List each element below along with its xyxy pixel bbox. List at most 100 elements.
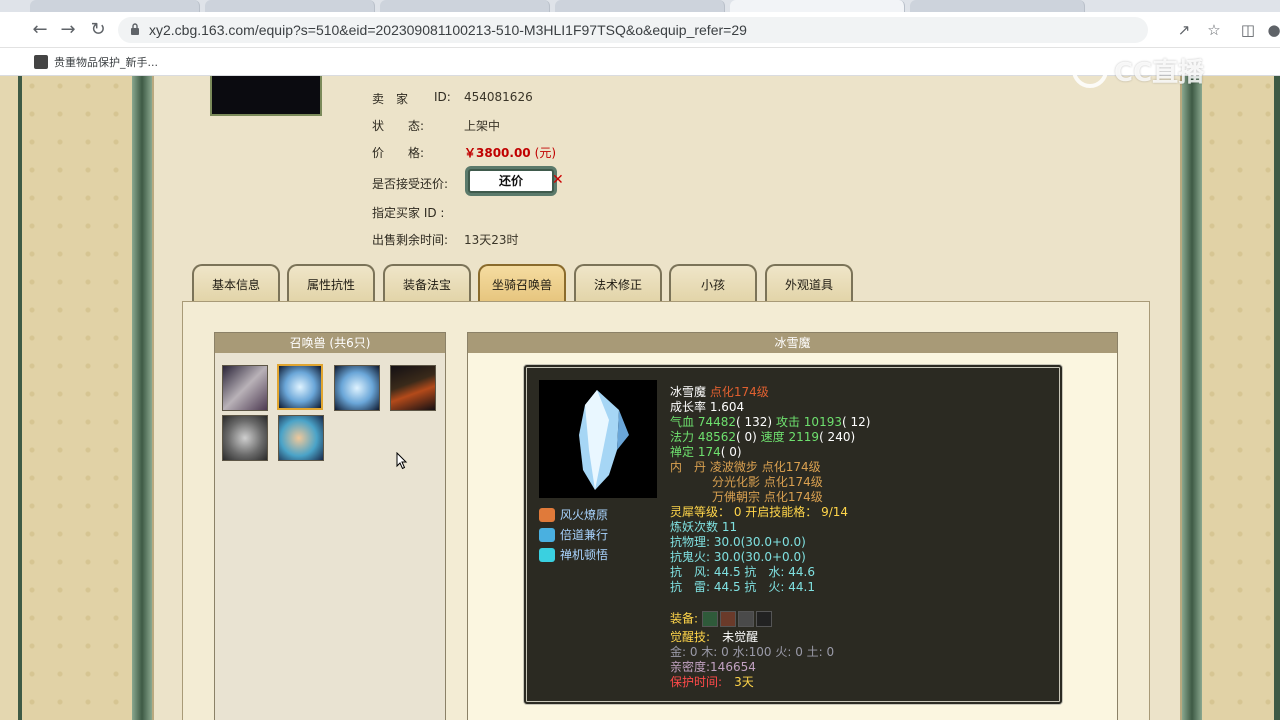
neidan-level: 点化174级: [761, 460, 821, 474]
share-icon[interactable]: ↗: [1174, 20, 1194, 40]
intimacy: 亲密度:146654: [670, 660, 756, 674]
awaken-value: 未觉醒: [722, 630, 759, 644]
tab-equipment[interactable]: 装备法宝: [383, 264, 471, 302]
neidan-line: 分光化影 点化174级: [712, 475, 823, 490]
protect-value: 3天: [734, 675, 754, 689]
res-phys: 抗物理: 30.0(30.0+0.0): [670, 535, 806, 549]
watermark-logo-icon: [1072, 52, 1108, 88]
spd-label: 速度: [760, 430, 785, 444]
protect-label: 保护时间:: [670, 675, 723, 689]
hp-value: 74482: [697, 415, 737, 429]
hp-atk-line: 气血 74482( 132) 攻击 10193( 12): [670, 415, 870, 430]
left-pillar: [132, 76, 152, 720]
neidan-line: 内 丹 凌波微步 点化174级: [670, 460, 821, 475]
browser-tab[interactable]: [30, 0, 200, 12]
summon-name-line: 冰雪魔 点化174级: [670, 385, 769, 400]
status-label: 状 态:: [372, 119, 425, 133]
mp-value: 48562: [697, 430, 737, 444]
summon-thumb[interactable]: [222, 365, 268, 411]
id-label: ID:: [434, 90, 451, 104]
price-label: 价 格:: [372, 146, 425, 160]
remaining-row: 出售剩余时间: 13天23时: [372, 231, 519, 248]
speed-skill-icon: [539, 527, 555, 542]
watermark-text: CC直播: [1114, 57, 1205, 88]
zen-skill-icon: [539, 547, 555, 562]
summon-skill[interactable]: 倍道兼行: [539, 526, 608, 543]
star-icon[interactable]: ☆: [1204, 20, 1224, 40]
summon-level: 点化174级: [709, 385, 769, 399]
skill-name: 禅机顿悟: [560, 548, 609, 562]
awaken-line: 觉醒技: 未觉醒: [670, 630, 758, 645]
summon-thumb[interactable]: [278, 415, 324, 461]
summon-thumb[interactable]: [334, 365, 380, 411]
neidan-name: 万佛朝宗: [712, 490, 761, 504]
summon-portrait: [539, 380, 657, 498]
counter-offer-button[interactable]: 还价: [465, 166, 557, 196]
bookmark-favicon-icon: [34, 55, 48, 69]
seller-row: 卖 家 ID: 454081626: [372, 90, 533, 107]
tab-basic-info[interactable]: 基本信息: [192, 264, 280, 302]
lock-icon: [131, 23, 139, 35]
left-edge: [18, 76, 22, 720]
summon-skill[interactable]: 禅机顿悟: [539, 546, 608, 563]
neidan-line: 万佛朝宗 点化174级: [712, 490, 823, 505]
browser-tab[interactable]: [555, 0, 725, 12]
bookmark-item[interactable]: 贵重物品保护_新手...: [34, 54, 158, 70]
summon-name: 冰雪魔: [670, 385, 707, 399]
price-value: ￥3800.00: [464, 146, 531, 160]
status-value: 上架中: [464, 119, 501, 133]
tab-children[interactable]: 小孩: [669, 264, 757, 302]
tab-spell-mods[interactable]: 法术修正: [574, 264, 662, 302]
res-wind-water: 抗 风: 44.5 抗 水: 44.6: [670, 565, 815, 579]
atk-extra: ( 12): [841, 415, 871, 429]
profile-icon[interactable]: ●: [1264, 20, 1280, 40]
equip-slot-icon[interactable]: [719, 611, 736, 627]
hp-extra: ( 132): [736, 415, 773, 429]
browser-tab-active[interactable]: [730, 0, 905, 12]
browser-tab[interactable]: [910, 0, 1085, 12]
remaining-value: 13天23时: [464, 233, 519, 247]
equip-slot-icon[interactable]: [737, 611, 754, 627]
browser-tab-strip: [0, 0, 1280, 12]
price-unit: (元): [534, 146, 557, 160]
left-decor: [22, 76, 132, 720]
equip-slot-icon[interactable]: [755, 611, 772, 627]
tab-appearance[interactable]: 外观道具: [765, 264, 853, 302]
browser-tab[interactable]: [380, 0, 550, 12]
skill-name: 风火燎原: [560, 508, 609, 522]
item-thumbnail: [210, 76, 322, 116]
counter-offer-label: 还价: [468, 169, 554, 193]
remaining-label: 出售剩余时间:: [372, 233, 449, 247]
spd-value: 2119: [788, 430, 820, 444]
skill-name: 倍道兼行: [560, 528, 609, 542]
spd-extra: ( 240): [819, 430, 856, 444]
status-row: 状 态: 上架中: [372, 117, 500, 134]
protect-line: 保护时间: 3天: [670, 675, 754, 690]
sidepanel-icon[interactable]: ◫: [1238, 20, 1258, 40]
summon-thumb[interactable]: [222, 415, 268, 461]
fire-skill-icon: [539, 507, 555, 522]
right-edge: [1274, 76, 1280, 720]
summon-skill[interactable]: 风火燎原: [539, 506, 608, 523]
summon-detail-header: 冰雪魔: [468, 333, 1117, 353]
summon-thumb-selected[interactable]: [277, 364, 323, 410]
equip-slot-icon[interactable]: [701, 611, 718, 627]
focus-extra: ( 0): [720, 445, 742, 459]
lingxi-line: 灵犀等级： 0 开启技能格： 9/14: [670, 505, 849, 519]
mp-spd-line: 法力 48562( 0) 速度 2119( 240): [670, 430, 855, 445]
reload-icon[interactable]: ↻: [88, 20, 108, 40]
tab-attributes[interactable]: 属性抗性: [287, 264, 375, 302]
url-text[interactable]: xy2.cbg.163.com/equip?s=510&eid=20230908…: [149, 22, 747, 38]
tab-mounts-summons[interactable]: 坐骑召唤兽: [478, 264, 566, 302]
browser-tab[interactable]: [205, 0, 375, 12]
res-ghost: 抗鬼火: 30.0(30.0+0.0): [670, 550, 806, 564]
seller-label: 卖 家: [372, 92, 409, 106]
neidan-level: 点化174级: [763, 475, 823, 489]
buyer-row: 指定买家 ID :: [372, 204, 464, 221]
summon-list-header: 召唤兽 (共6只): [215, 333, 445, 353]
focus-line: 禅定 174( 0): [670, 445, 742, 460]
summon-thumb[interactable]: [390, 365, 436, 411]
back-icon[interactable]: ←: [30, 20, 50, 40]
forward-icon[interactable]: →: [58, 20, 78, 40]
omnibox[interactable]: xy2.cbg.163.com/equip?s=510&eid=20230908…: [118, 17, 1148, 43]
